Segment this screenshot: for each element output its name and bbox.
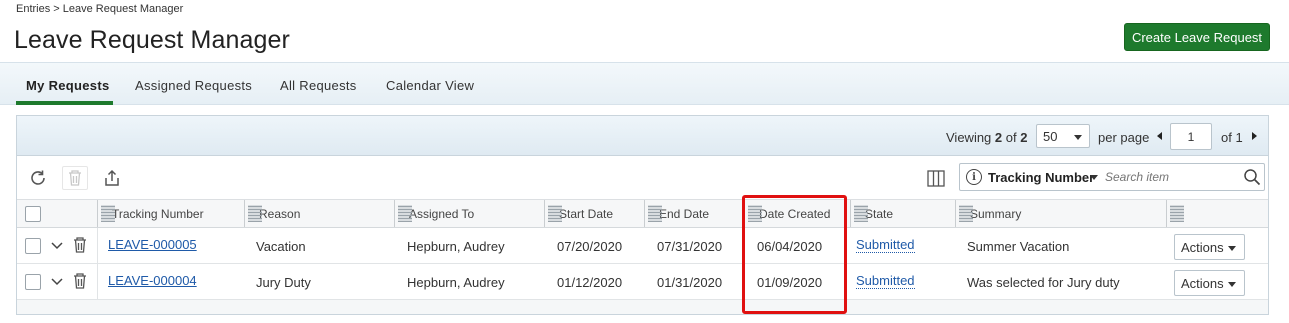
requests-grid: Viewing 2 of 2 50 per page of 1 xyxy=(16,115,1269,315)
tab-bar: My Requests Assigned Requests All Reques… xyxy=(0,62,1289,105)
drag-handle-icon[interactable] xyxy=(648,205,662,222)
column-header-end-date[interactable]: End Date xyxy=(644,200,744,227)
divider xyxy=(97,264,98,300)
page-number-input[interactable] xyxy=(1170,123,1212,150)
row-checkbox[interactable] xyxy=(25,274,41,290)
chevron-down-icon xyxy=(1228,246,1236,251)
drag-handle-icon[interactable] xyxy=(959,205,973,222)
select-all-checkbox[interactable] xyxy=(25,206,41,222)
tab-all-requests[interactable]: All Requests xyxy=(280,78,357,93)
tab-my-requests[interactable]: My Requests xyxy=(26,78,110,93)
column-header-summary[interactable]: Summary xyxy=(955,200,1166,227)
date-created-cell: 06/04/2020 xyxy=(757,239,823,254)
drag-handle-icon[interactable] xyxy=(101,205,115,222)
search-box: i Tracking Number xyxy=(959,163,1265,191)
actions-button[interactable]: Actions xyxy=(1174,234,1245,260)
pages-of-label: of xyxy=(1221,130,1232,145)
drag-handle-icon[interactable] xyxy=(1170,205,1184,222)
row-checkbox[interactable] xyxy=(25,238,41,254)
chevron-down-icon xyxy=(1228,282,1236,287)
delete-icon[interactable] xyxy=(62,166,88,190)
column-header-state[interactable]: State xyxy=(850,200,955,227)
export-icon[interactable] xyxy=(99,166,125,190)
chevron-down-icon[interactable] xyxy=(50,238,64,255)
end-date-cell: 07/31/2020 xyxy=(657,239,723,254)
summary-cell: Summer Vacation xyxy=(967,239,1070,254)
drag-handle-icon[interactable] xyxy=(854,205,868,222)
search-field-select[interactable]: Tracking Number xyxy=(988,170,1094,185)
breadcrumb[interactable]: Entries > Leave Request Manager xyxy=(16,3,183,15)
previous-page-icon[interactable] xyxy=(1157,132,1162,140)
assigned-to-cell: Hepburn, Audrey xyxy=(407,239,505,254)
tracking-number-link[interactable]: LEAVE-000005 xyxy=(108,237,197,252)
drag-handle-icon[interactable] xyxy=(398,205,412,222)
end-date-cell: 01/31/2020 xyxy=(657,275,723,290)
table-row: LEAVE-000005 Vacation Hepburn, Audrey 07… xyxy=(17,228,1268,264)
per-page-label: per page xyxy=(1098,130,1150,145)
columns-icon[interactable] xyxy=(927,170,945,192)
create-leave-request-button[interactable]: Create Leave Request xyxy=(1124,23,1270,51)
chevron-down-icon[interactable] xyxy=(1090,175,1098,180)
column-header-actions xyxy=(1166,200,1268,227)
tracking-number-cell: LEAVE-000004 xyxy=(108,273,197,288)
drag-handle-icon[interactable] xyxy=(248,205,262,222)
grid-toolbar: i Tracking Number xyxy=(17,156,1268,200)
actions-label: Actions xyxy=(1181,240,1224,255)
drag-handle-icon[interactable] xyxy=(748,205,762,222)
date-created-cell: 01/09/2020 xyxy=(757,275,823,290)
column-header-tracking-number[interactable]: Tracking Number xyxy=(97,200,244,227)
page-size-value: 50 xyxy=(1043,129,1058,144)
viewing-of-label: of xyxy=(1005,130,1017,145)
summary-cell: Was selected for Jury duty xyxy=(967,275,1120,290)
actions-label: Actions xyxy=(1181,276,1224,291)
pager-bar: Viewing 2 of 2 50 per page of 1 xyxy=(17,116,1268,156)
reason-cell: Jury Duty xyxy=(256,275,311,290)
viewing-label: Viewing xyxy=(946,130,992,145)
page-size-select[interactable]: 50 xyxy=(1036,124,1090,148)
total-pages-value: 1 xyxy=(1235,130,1243,145)
tracking-number-link[interactable]: LEAVE-000004 xyxy=(108,273,197,288)
refresh-icon[interactable] xyxy=(25,166,51,190)
assigned-to-cell: Hepburn, Audrey xyxy=(407,275,505,290)
tracking-number-cell: LEAVE-000005 xyxy=(108,237,197,252)
actions-button[interactable]: Actions xyxy=(1174,270,1245,296)
active-tab-indicator xyxy=(16,101,113,105)
state-link[interactable]: Submitted xyxy=(856,273,915,289)
viewing-count: 2 xyxy=(994,130,1003,145)
viewing-total: 2 xyxy=(1020,130,1028,145)
chevron-down-icon xyxy=(1074,135,1082,140)
start-date-cell: 07/20/2020 xyxy=(557,239,623,254)
chevron-down-icon[interactable] xyxy=(50,274,64,291)
tab-assigned-requests[interactable]: Assigned Requests xyxy=(135,78,252,93)
total-pages: of 1 xyxy=(1221,130,1243,145)
state-link[interactable]: Submitted xyxy=(856,237,915,253)
drag-handle-icon[interactable] xyxy=(548,205,562,222)
column-header-start-date[interactable]: Start Date xyxy=(544,200,644,227)
page-title: Leave Request Manager xyxy=(14,26,290,54)
start-date-cell: 01/12/2020 xyxy=(557,275,623,290)
table-header: Tracking Number Reason Assigned To Start… xyxy=(17,200,1268,228)
divider xyxy=(97,228,98,264)
next-page-icon[interactable] xyxy=(1252,132,1257,140)
search-icon[interactable] xyxy=(1243,168,1261,191)
viewing-summary: Viewing 2 of 2 xyxy=(946,130,1027,145)
search-input[interactable] xyxy=(1105,167,1235,187)
info-icon: i xyxy=(966,169,982,185)
trash-icon[interactable] xyxy=(72,272,88,293)
reason-cell: Vacation xyxy=(256,239,306,254)
table-row: LEAVE-000004 Jury Duty Hepburn, Audrey 0… xyxy=(17,264,1268,300)
tab-calendar-view[interactable]: Calendar View xyxy=(386,78,474,93)
column-header-reason[interactable]: Reason xyxy=(244,200,394,227)
column-header-assigned-to[interactable]: Assigned To xyxy=(394,200,544,227)
column-header-date-created[interactable]: Date Created xyxy=(744,200,850,227)
trash-icon[interactable] xyxy=(72,236,88,257)
